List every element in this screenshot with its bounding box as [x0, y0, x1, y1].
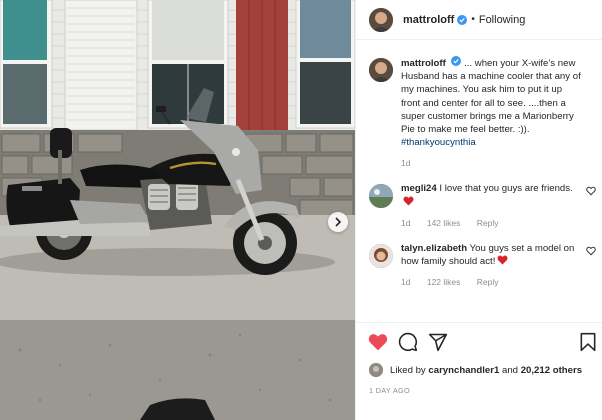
avatar[interactable]: [369, 7, 393, 32]
share-icon[interactable]: [428, 332, 448, 352]
caption: mattroloff ... when your X-wife’s new Hu…: [356, 56, 602, 168]
comments-list: mattroloff ... when your X-wife’s new Hu…: [356, 56, 602, 287]
post-timestamp[interactable]: 1 DAY AGO: [369, 386, 410, 395]
post-actions: [356, 322, 602, 360]
comment-body: I love that you guys are friends.: [439, 183, 573, 195]
bookmark-icon[interactable]: [578, 332, 598, 352]
liked-by-user[interactable]: carynchandler1: [428, 365, 499, 376]
avatar[interactable]: [369, 58, 393, 82]
reply-button[interactable]: Reply: [477, 277, 499, 287]
likes-summary: Liked by carynchandler1 and 20,212 other…: [369, 363, 594, 377]
comment-meta: 1d 142 likes Reply: [401, 218, 581, 228]
comment-age: 1d: [401, 217, 411, 228]
chevron-right-icon: [335, 217, 342, 227]
post-author-username[interactable]: mattroloff: [403, 14, 454, 26]
caption-body: ... when your X-wife’s new Husband has a…: [401, 58, 581, 136]
avatar[interactable]: [369, 184, 393, 209]
heart-icon[interactable]: [368, 332, 388, 352]
next-photo-button[interactable]: [328, 212, 348, 232]
liked-by-middle: and: [502, 364, 519, 376]
comment-item: megli24 I love that you guys are friends…: [356, 182, 602, 228]
following-button[interactable]: Following: [479, 14, 525, 26]
like-comment-heart-icon[interactable]: [586, 186, 596, 196]
avatar[interactable]: [369, 243, 393, 268]
liker-avatar[interactable]: [369, 363, 383, 377]
comment-meta: 1d 122 likes Reply: [401, 277, 581, 287]
comment-username[interactable]: megli24: [401, 183, 437, 194]
comment-username[interactable]: talyn.elizabeth: [401, 243, 467, 254]
caption-username[interactable]: mattroloff: [401, 58, 446, 69]
caption-text: mattroloff ... when your X-wife’s new Hu…: [401, 56, 581, 149]
heart-emoji-icon: [403, 196, 414, 206]
verified-badge-icon: [451, 56, 462, 66]
liked-by-prefix: Liked by: [390, 364, 426, 376]
liked-by-others[interactable]: 20,212 others: [521, 365, 582, 376]
hashtag-link[interactable]: #thankyoucynthia: [401, 137, 476, 148]
reply-button[interactable]: Reply: [477, 218, 499, 228]
comment-icon[interactable]: [398, 332, 418, 352]
header-separator: •: [471, 14, 475, 25]
comment-age: 1d: [401, 277, 411, 288]
comment-likes[interactable]: 142 likes: [427, 218, 461, 228]
caption-meta: 1d: [401, 158, 581, 168]
post-details-panel: mattroloff • Following mattroloff ... wh…: [355, 0, 602, 420]
comment-likes[interactable]: 122 likes: [427, 277, 461, 287]
post-photo[interactable]: [0, 0, 355, 420]
caption-age: 1d: [401, 158, 411, 169]
heart-emoji-icon: [497, 255, 508, 265]
post-header: mattroloff • Following: [356, 0, 602, 40]
motorcycle-image: [0, 0, 355, 420]
comment-text: megli24 I love that you guys are friends…: [401, 182, 581, 208]
comment-text: talyn.elizabeth You guys set a model on …: [401, 242, 581, 268]
like-comment-heart-icon[interactable]: [586, 246, 596, 256]
verified-badge-icon: [457, 14, 468, 25]
comment-item: talyn.elizabeth You guys set a model on …: [356, 242, 602, 287]
